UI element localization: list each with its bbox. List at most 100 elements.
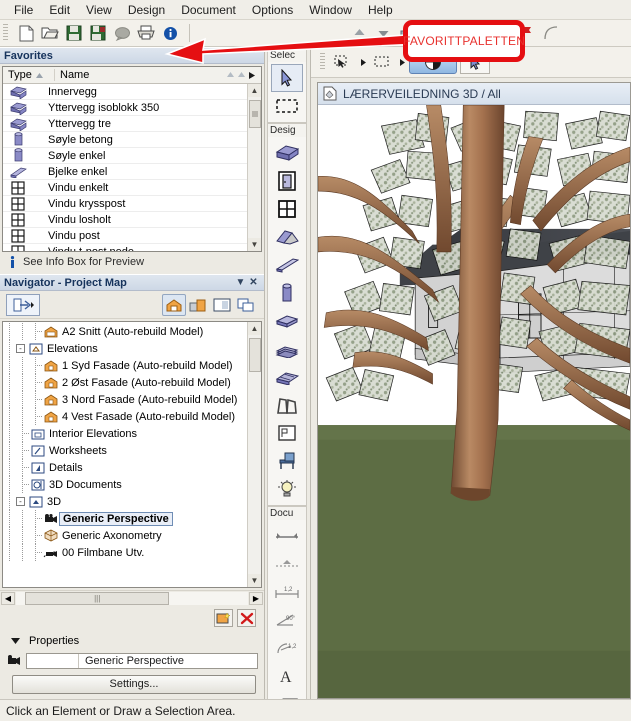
wall-tool-icon[interactable] <box>271 139 303 167</box>
toolbox-group-label[interactable]: Desig <box>267 123 307 137</box>
favorites-header-arrows[interactable] <box>226 71 261 80</box>
menu-item-view[interactable]: View <box>78 2 120 18</box>
favorites-row[interactable]: Vindu enkelt <box>3 180 247 196</box>
navigator-tree-item[interactable]: Worksheets <box>3 442 247 459</box>
navigator-tree-item[interactable]: Details <box>3 459 247 476</box>
navigator-tree-item[interactable]: 3D Documents <box>3 476 247 493</box>
favorites-row[interactable]: Vindu losholt <box>3 212 247 228</box>
document-window-title-bar[interactable]: LÆRERVEILEDNING 3D / All <box>318 83 630 105</box>
favorites-row[interactable]: Søyle betong <box>3 132 247 148</box>
roof-tool-icon[interactable] <box>271 223 303 251</box>
shell-tool-icon[interactable] <box>271 391 303 419</box>
navigator-scrollbar[interactable]: ▲ ▼ <box>247 322 261 587</box>
open-in-new-icon[interactable] <box>6 293 40 316</box>
chevron-down-icon[interactable]: ▼ <box>234 276 247 289</box>
section-tool-icon[interactable] <box>271 522 303 550</box>
open-folder-icon[interactable] <box>39 22 61 44</box>
new-document-icon[interactable] <box>15 22 37 44</box>
nav-scroll-up-arrow-icon[interactable]: ▲ <box>248 322 261 335</box>
scroll-up-arrow-icon[interactable]: ▲ <box>248 84 261 97</box>
favorites-column-name[interactable]: Name <box>55 69 261 81</box>
save-icon[interactable] <box>63 22 85 44</box>
navigator-tree-item[interactable]: - 3D <box>3 493 247 510</box>
navigator-tree-item[interactable]: 4 Vest Fasade (Auto-rebuild Model) <box>3 408 247 425</box>
favorites-row[interactable]: Innervegg <box>3 84 247 100</box>
window-tool-icon[interactable] <box>271 195 303 223</box>
navigator-hscrollbar[interactable]: ◀ ||| ▶ <box>0 590 264 605</box>
favorites-row[interactable]: Vindu t-post nede <box>3 244 247 251</box>
scrollbar-thumb[interactable] <box>248 100 261 128</box>
mesh-tool-icon[interactable] <box>271 363 303 391</box>
angle-dimension-icon[interactable]: 90° <box>271 606 303 634</box>
menu-item-options[interactable]: Options <box>244 2 301 18</box>
navigator-tree[interactable]: A2 Snitt (Auto-rebuild Model) - Elevations… <box>3 322 247 587</box>
menu-item-edit[interactable]: Edit <box>41 2 78 18</box>
navigator-title-bar[interactable]: Navigator - Project Map ▼ ✕ <box>0 274 264 291</box>
properties-header[interactable]: Properties <box>0 631 264 651</box>
menu-item-design[interactable]: Design <box>120 2 173 18</box>
favorites-row[interactable]: Vindu post <box>3 228 247 244</box>
menu-item-help[interactable]: Help <box>360 2 401 18</box>
fill-tool-icon[interactable] <box>271 690 303 699</box>
navigator-tree-item[interactable]: 00 Filmbane Utv. <box>3 544 247 561</box>
beam-tool-icon[interactable] <box>271 251 303 279</box>
properties-field[interactable]: Generic Perspective <box>26 653 258 669</box>
menu-item-file[interactable]: File <box>6 2 41 18</box>
zone-tool-icon[interactable] <box>271 419 303 447</box>
save-as-icon[interactable] <box>87 22 109 44</box>
menu-item-window[interactable]: Window <box>301 2 360 18</box>
favorites-row[interactable]: Vindu krysspost <box>3 196 247 212</box>
favorites-rows[interactable]: Innervegg Yttervegg isoblokk 350 Yttervegg… <box>3 84 247 251</box>
settings-button[interactable]: Settings... <box>12 674 256 694</box>
column-tool-icon[interactable] <box>271 279 303 307</box>
hscroll-left-arrow-icon[interactable]: ◀ <box>1 591 15 605</box>
lamp-tool-icon[interactable] <box>271 475 303 503</box>
navigator-tree-item[interactable]: 2 Øst Fasade (Auto-rebuild Model) <box>3 374 247 391</box>
favorites-row[interactable]: Yttervegg isoblokk 350 <box>3 100 247 116</box>
layout-book-icon[interactable] <box>210 294 234 316</box>
hscroll-right-arrow-icon[interactable]: ▶ <box>249 591 263 605</box>
favorites-row[interactable]: Bjelke enkel <box>3 164 247 180</box>
navigator-tree-item[interactable]: 3 Nord Fasade (Auto-rebuild Model) <box>3 391 247 408</box>
project-map-icon[interactable] <box>162 293 186 316</box>
publisher-sets-icon[interactable] <box>234 294 258 316</box>
favorites-row[interactable]: Yttervegg tre <box>3 116 247 132</box>
navigator-tree-item[interactable]: Interior Elevations <box>3 425 247 442</box>
curve-icon[interactable] <box>540 22 562 44</box>
new-view-icon[interactable] <box>214 609 233 627</box>
marquee-icon[interactable] <box>271 92 303 120</box>
nav-scrollbar-thumb[interactable] <box>248 338 261 372</box>
text-tool-icon[interactable]: A <box>271 662 303 690</box>
favorites-row[interactable]: Søyle enkel <box>3 148 247 164</box>
menu-item-document[interactable]: Document <box>173 2 244 18</box>
navigator-tree-item[interactable]: Generic Perspective <box>3 510 247 527</box>
scroll-down-arrow-icon[interactable]: ▼ <box>248 238 261 251</box>
hscroll-track[interactable]: ||| <box>16 591 248 605</box>
3d-viewport[interactable] <box>318 105 630 698</box>
navigator-tree-item[interactable]: Generic Axonometry <box>3 527 247 544</box>
view-map-icon[interactable] <box>186 294 210 316</box>
arrow-pointer-icon[interactable] <box>271 64 303 92</box>
favorites-scrollbar[interactable]: ▲ ▼ <box>247 84 261 251</box>
elevation-tool-icon[interactable] <box>271 550 303 578</box>
close-icon[interactable]: ✕ <box>247 276 260 289</box>
delete-x-icon[interactable] <box>237 609 256 627</box>
navigator-tree-item[interactable]: 1 Syd Fasade (Auto-rebuild Model) <box>3 357 247 374</box>
hscroll-thumb[interactable]: ||| <box>25 591 170 605</box>
navigator-tree-item[interactable]: A2 Snitt (Auto-rebuild Model) <box>3 323 247 340</box>
tree-toggle-button[interactable]: - <box>16 497 25 506</box>
navigator-tree-item[interactable]: - Elevations <box>3 340 247 357</box>
toolbar-drag-handle[interactable] <box>3 24 8 42</box>
slab-tool-icon[interactable] <box>271 307 303 335</box>
door-tool-icon[interactable] <box>271 167 303 195</box>
stair-tool-icon[interactable] <box>271 335 303 363</box>
toolbox-scroll[interactable]: Selec Desig Docu 1,2 90° 1,2 A <box>265 47 310 699</box>
nav-scroll-down-arrow-icon[interactable]: ▼ <box>248 574 261 587</box>
toolbox-group-label[interactable]: Docu <box>267 506 307 520</box>
radial-dimension-icon[interactable]: 1,2 <box>271 634 303 662</box>
tree-toggle-button[interactable]: - <box>16 344 25 353</box>
favorites-column-type[interactable]: Type <box>3 69 55 81</box>
comment-icon[interactable] <box>111 22 133 44</box>
dimension-tool-icon[interactable]: 1,2 <box>271 578 303 606</box>
object-tool-icon[interactable] <box>271 447 303 475</box>
